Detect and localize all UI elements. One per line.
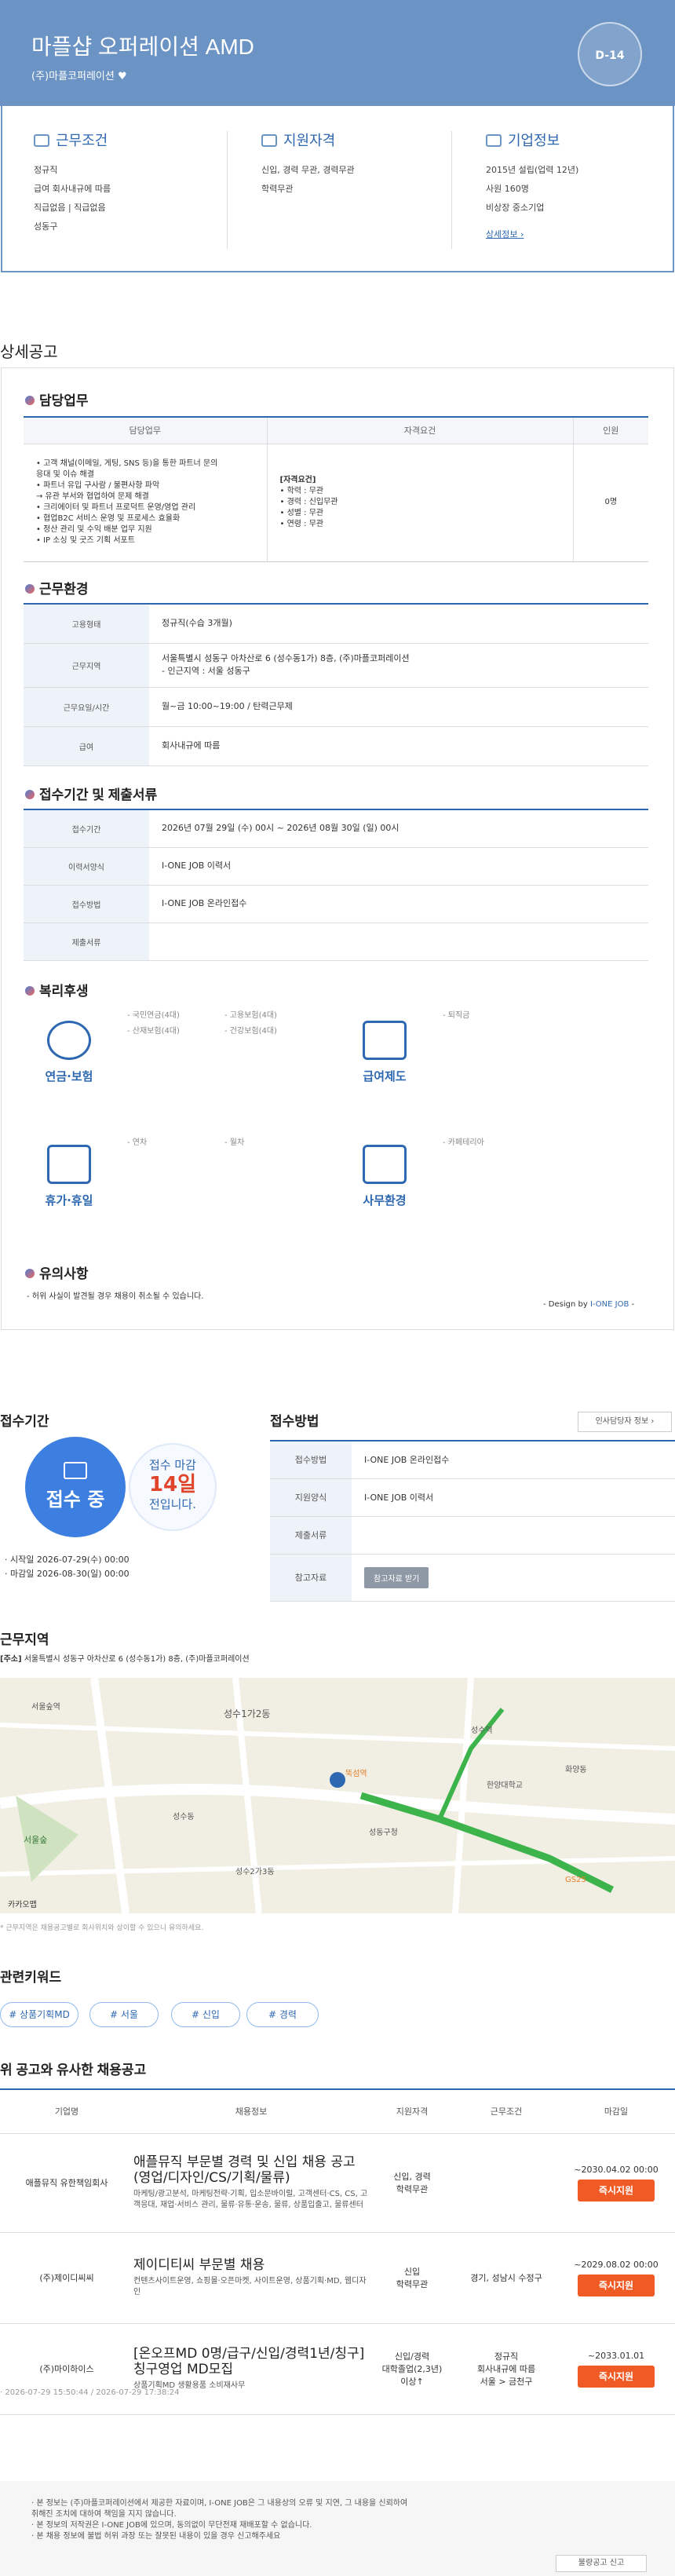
corp-item: 사원 160명 xyxy=(486,184,529,194)
qualifications: 지원자격 신입, 경력 무관, 경력무관 학력무관 xyxy=(261,130,454,247)
summary-panel: 근무조건 정규직 급여 회사내규에 따름 직급없음 | 직급없음 성동구 지원자… xyxy=(1,106,674,272)
apply-button[interactable]: 즉시지원 xyxy=(578,2179,655,2201)
period-table: 접수기간 2026년 07월 29일 (수) 00시 ~ 2026년 08월 30… xyxy=(24,809,648,961)
benefit-office: 사무환경 xyxy=(338,1145,432,1208)
keyword-tag[interactable]: # 경력 xyxy=(246,2002,319,2027)
address: [주소] 서울특별시 성동구 아차산로 6 (성수동1가) 8층, (주)마플코… xyxy=(0,1655,250,1664)
apply-period-title: 접수기간 xyxy=(0,1414,49,1429)
apply-dates: · 시작일 2026-07-29(수) 00:00 · 마감일 2026-08-3… xyxy=(5,1555,130,1579)
map-label: 서울숲 xyxy=(24,1835,47,1845)
duty-reqs: [자격요건] • 학력 : 무관 • 경력 : 신입무관 • 성별 : 무관 • 연령 … xyxy=(267,444,574,562)
notice-title: 유의사항 xyxy=(25,1262,89,1282)
map-canvas: 성수1가2동 뚝섬역 성수역 서울숲 서울숲역 성동구청 화양동 성수동 한양대… xyxy=(0,1678,675,1913)
notice-text: - 허위 사실이 발견될 경우 채용이 취소될 수 있습니다. xyxy=(27,1292,204,1301)
job-title: 마플샵 오퍼레이션 AMD xyxy=(31,35,254,59)
corp-item: 2015년 설립(업력 12년) xyxy=(486,165,579,175)
table-row[interactable]: (주)마이하이스 [온오프MD 0명/급구/신입/경력1년/칭구] 칭구영업 M… xyxy=(0,2323,675,2415)
duty-tasks: • 고객 채널(이메일, 게팅, SNS 등)을 통한 파트너 문의 응대 및 … xyxy=(24,444,268,562)
job-link[interactable]: 애플뮤직 부문별 경력 및 신입 채용 공고(영업/디자인/CS/기획/물류) xyxy=(133,2154,369,2186)
keyword-tag[interactable]: # 상품기획MD xyxy=(0,2002,78,2027)
map-label: 카카오맵 xyxy=(8,1900,37,1909)
wallet-icon xyxy=(363,1021,407,1060)
work-conditions: 근무조건 정규직 급여 회사내규에 따름 직급없음 | 직급없음 성동구 xyxy=(34,130,226,247)
benefit-holiday: 휴가·휴일 xyxy=(22,1145,116,1208)
status-circle: 접수 중 xyxy=(25,1437,126,1537)
job-link[interactable]: 제이디티씨 부문별 채용 xyxy=(133,2257,369,2273)
book-icon xyxy=(64,1462,87,1479)
apply-button[interactable]: 즉시지원 xyxy=(578,2365,655,2388)
map-label: GS25 xyxy=(565,1876,586,1884)
map-label: 성수2가3동 xyxy=(235,1867,275,1876)
table-row[interactable]: (주)제이디씨씨 제이디티씨 부문별 채용 컨텐츠사이트운영, 쇼핑몰·오픈마켓,… xyxy=(0,2232,675,2324)
qual-item: 신입, 경력 무관, 경력무관 xyxy=(261,165,355,175)
work-item: 급여 회사내규에 따름 xyxy=(34,184,111,194)
detail-title: 상세공고 xyxy=(0,344,58,361)
glasses-icon xyxy=(47,1021,91,1060)
location-title: 근무지역 xyxy=(0,1632,49,1647)
duty-count: 0명 xyxy=(573,444,648,562)
welfare-title: 복리후생 xyxy=(25,980,89,999)
dday-badge: D-14 xyxy=(578,22,642,86)
env-title: 근무환경 xyxy=(25,578,89,597)
design-by: - Design by I-ONE JOB - xyxy=(543,1300,635,1309)
hr-info-button[interactable]: 인사담당자 정보 › xyxy=(578,1412,672,1432)
location-note: * 근무지역은 채용공고별로 회사위치와 상이할 수 있으니 유의하세요. xyxy=(0,1924,204,1932)
th-req: 자격요건 xyxy=(267,417,574,444)
map-label: 성수동 xyxy=(173,1812,195,1821)
period-title: 접수기간 및 제출서류 xyxy=(25,784,157,803)
similar-title: 위 공고와 유사한 채용공고 xyxy=(0,2063,147,2077)
duty-table: 담당업무 자격요건 인원 • 고객 채널(이메일, 게팅, SNS 등)을 통한 파… xyxy=(24,416,648,562)
map-label: 서울숲역 xyxy=(31,1702,60,1712)
work-item: 직급없음 | 직급없음 xyxy=(34,203,106,213)
download-ref-button[interactable]: 참고자료 받기 xyxy=(364,1566,429,1588)
duty-title: 담당업무 xyxy=(25,389,89,409)
company-name[interactable]: (주)마플코퍼레이션 ♥ xyxy=(31,68,127,82)
heart-icon[interactable]: ♥ xyxy=(118,71,127,82)
work-item: 정규직 xyxy=(34,165,58,175)
calendar-check-icon xyxy=(47,1145,91,1184)
method-table: 접수방법 I-ONE JOB 온라인접수 지원양식 I-ONE JOB 이력서 제출… xyxy=(270,1440,675,1602)
job-header: 마플샵 오퍼레이션 AMD (주)마플코퍼레이션 ♥ D-14 xyxy=(0,0,675,106)
building-icon xyxy=(486,134,502,147)
keyword-tag[interactable]: # 서울 xyxy=(89,2002,159,2027)
corp-item: 비상장 중소기업 xyxy=(486,203,545,213)
briefcase-icon xyxy=(34,134,49,147)
company-info: 기업정보 2015년 설립(업력 12년) 사원 160명 비상장 중소기업 상… xyxy=(486,130,675,247)
keywords-title: 관련키워드 xyxy=(0,1970,62,1985)
benefit-pension: 연금·보험 xyxy=(22,1021,116,1084)
calendar-icon xyxy=(261,134,277,147)
map-label: 성수1가2동 xyxy=(224,1708,270,1719)
map-label: 화양동 xyxy=(565,1765,587,1774)
map-label: 성수역 xyxy=(471,1726,493,1735)
work-item: 성동구 xyxy=(34,221,58,232)
company-detail-link[interactable]: 상세정보 › xyxy=(486,229,524,239)
th-duty: 담당업무 xyxy=(24,417,268,444)
table-row[interactable]: 애플뮤직 유한책임회사 애플뮤직 부문별 경력 및 신입 채용 공고(영업/디자… xyxy=(0,2133,675,2233)
keyword-tag[interactable]: # 신입 xyxy=(171,2002,240,2027)
map-label: 뚝섬역 xyxy=(345,1769,367,1778)
map-label: 성동구청 xyxy=(369,1828,398,1837)
timestamps: · 2026-07-29 15:50:44 / 2026-07-29 17:38… xyxy=(0,2388,180,2397)
footer: · 본 정보는 (주)마플코퍼레이션에서 제공한 자료이며, I-ONE JOB… xyxy=(0,2481,675,2576)
location-map[interactable]: 성수1가2동 뚝섬역 성수역 서울숲 서울숲역 성동구청 화양동 성수동 한양대… xyxy=(0,1678,675,1913)
env-table: 고용형태 정규직(수습 3개월) 근무지역 서울특별시 성동구 아차산로 6 (성수… xyxy=(24,603,648,766)
monitor-icon xyxy=(363,1145,407,1184)
report-button[interactable]: 불량공고 신고 xyxy=(556,2555,647,2572)
similar-table: 기업명 채용정보 지원자격 근무조건 마감일 애플뮤직 유한책임회사 애플뮤직 부문별 … xyxy=(0,2088,675,2415)
qual-item: 학력무관 xyxy=(261,184,294,194)
map-label: 한양대학교 xyxy=(487,1781,523,1790)
method-title: 접수방법 xyxy=(270,1414,319,1429)
th-count: 인원 xyxy=(573,417,648,444)
deadline-circle: 접수 마감 14일 전입니다. xyxy=(129,1443,217,1531)
apply-button[interactable]: 즉시지원 xyxy=(578,2274,655,2296)
benefit-salary: 급여제도 xyxy=(338,1021,432,1084)
job-link[interactable]: [온오프MD 0명/급구/신입/경력1년/칭구] 칭구영업 MD모집 xyxy=(133,2346,369,2377)
